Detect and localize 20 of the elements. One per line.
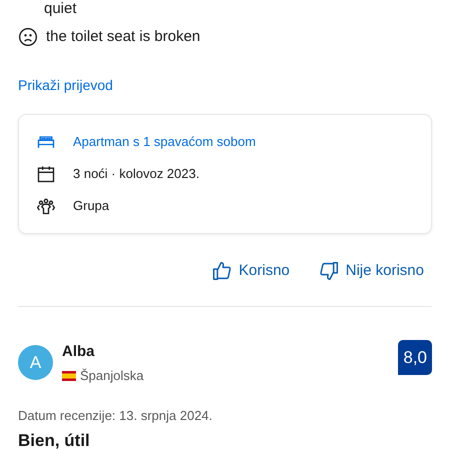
review-text: quiet [43, 0, 78, 18]
calendar-icon [36, 164, 56, 184]
review-date: Datum recenzije: 13. srpnja 2024. [18, 406, 214, 425]
thumbs-down-icon [318, 260, 340, 282]
review-text: the toilet seat is broken [46, 27, 200, 47]
score-badge: 8,0 [398, 340, 432, 375]
reviewer-name: Alba [62, 343, 96, 361]
helpful-button[interactable]: Korisno [210, 260, 290, 282]
flag-icon [62, 370, 76, 381]
not-helpful-button[interactable]: Nije korisno [318, 260, 424, 282]
detail-text: 3 noći · kolovoz 2023. [73, 164, 200, 183]
translate-link[interactable]: Prikaži prijevod [18, 74, 113, 96]
avatar: A [18, 345, 53, 380]
reviewer-country: Španjolska [80, 367, 144, 385]
sad-face-icon [18, 27, 38, 48]
room-type-link[interactable]: Apartman s 1 spavaćom sobom [73, 132, 256, 152]
people-icon [36, 196, 56, 216]
review-title: Bien, útil [18, 430, 91, 450]
thumbs-up-icon [210, 260, 233, 282]
detail-text: Grupa [73, 196, 110, 215]
